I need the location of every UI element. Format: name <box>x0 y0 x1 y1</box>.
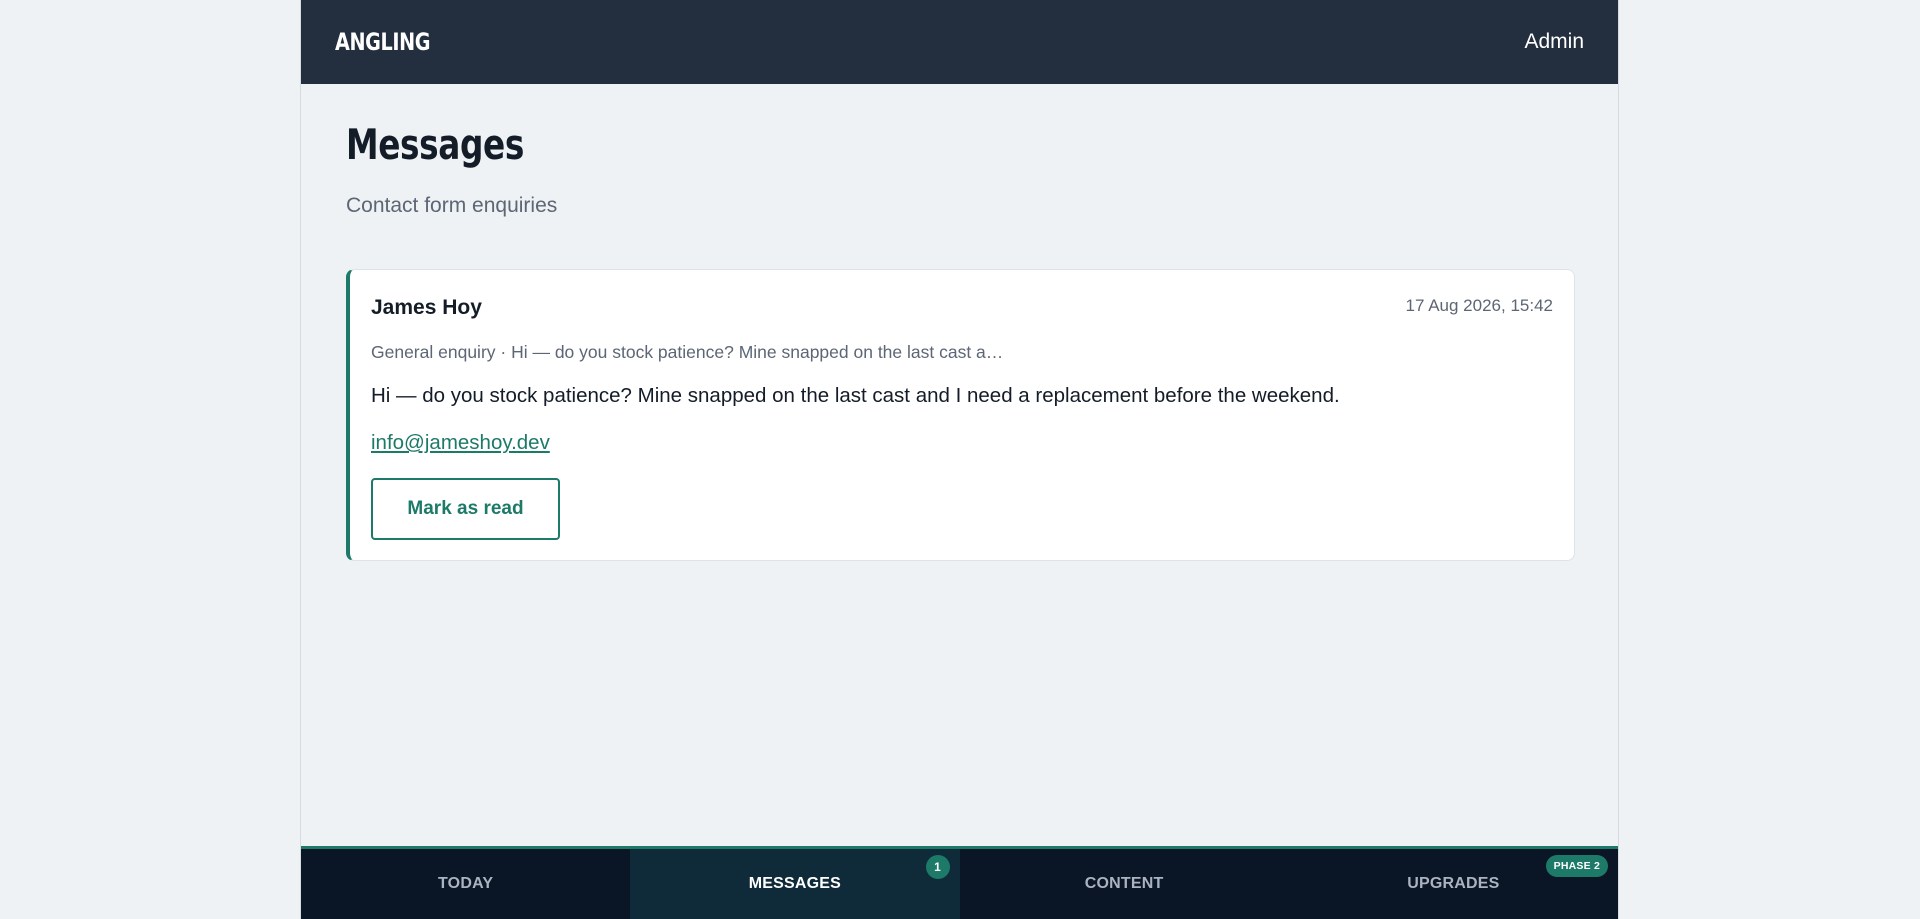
page-subtitle: Contact form enquiries <box>346 194 558 217</box>
page-title: Messages <box>346 120 524 169</box>
nav-content-label: CONTENT <box>1084 875 1164 892</box>
brand-logo[interactable]: ANGLING <box>335 28 430 56</box>
nav-today-label: TODAY <box>438 875 494 892</box>
messages-count-badge: 1 <box>925 855 950 879</box>
phase-badge: PHASE 2 <box>1545 855 1608 877</box>
message-sender: James Hoy <box>371 296 482 319</box>
message-timestamp: 17 Aug 2026, 15:42 <box>1405 296 1553 315</box>
message-card: James Hoy 17 Aug 2026, 15:42 General enq… <box>346 269 1575 561</box>
admin-menu[interactable]: Admin <box>1524 30 1584 54</box>
sender-email-link[interactable]: info@jameshoy.dev <box>371 431 550 455</box>
nav-content[interactable]: CONTENT <box>960 849 1289 919</box>
nav-messages-label: MESSAGES <box>748 875 842 892</box>
bottom-nav: TODAY MESSAGES 1 CONTENT UPGRADES PHASE … <box>301 846 1618 919</box>
app-frame: ANGLING Admin Messages Contact form enqu… <box>300 0 1619 919</box>
message-body: Hi — do you stock patience? Mine snapped… <box>371 384 1340 407</box>
nav-upgrades[interactable]: UPGRADES PHASE 2 <box>1289 849 1618 919</box>
nav-messages[interactable]: MESSAGES 1 <box>630 849 960 919</box>
top-header: ANGLING Admin <box>301 0 1618 84</box>
mark-as-read-button[interactable]: Mark as read <box>371 478 560 540</box>
nav-today[interactable]: TODAY <box>301 849 630 919</box>
message-preview: General enquiry · Hi — do you stock pati… <box>371 342 1004 362</box>
nav-upgrades-label: UPGRADES <box>1407 875 1500 892</box>
